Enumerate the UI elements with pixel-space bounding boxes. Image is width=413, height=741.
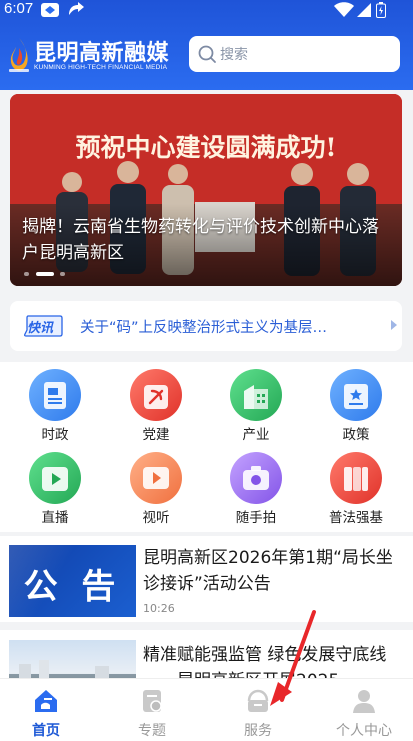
tab-label: 首页 — [32, 723, 60, 739]
live-play-icon — [42, 467, 68, 491]
document-icon — [44, 382, 66, 409]
chevron-right-icon[interactable] — [390, 319, 398, 331]
camera-icon — [243, 466, 269, 490]
party-emblem-icon — [144, 385, 168, 409]
status-time: 6:07 — [4, 0, 34, 17]
battery-icon — [376, 2, 386, 18]
category-pufa[interactable]: 普法强基 — [316, 448, 396, 526]
banner-carousel[interactable]: 预祝中心建设圆满成功! 揭牌！云南省生物药转化与评价技术创新中心落户昆明高新区 — [10, 94, 402, 286]
app-notification-icon — [41, 3, 59, 17]
thumbnail-text: 公 告 — [23, 567, 122, 607]
search-placeholder: 搜索 — [220, 47, 248, 63]
search-box[interactable]: 搜索 — [189, 36, 400, 72]
app-header: 6:07 昆明高新融媒 KUNMING HIGH-TECH FINANCIAL … — [0, 0, 413, 90]
carousel-dot-active[interactable] — [36, 272, 54, 276]
category-label: 视听 — [142, 510, 170, 526]
flame-logo-icon — [9, 38, 29, 72]
search-icon — [198, 45, 216, 63]
category-dangjian[interactable]: 党建 — [116, 365, 196, 443]
category-shizheng[interactable]: 时政 — [15, 365, 95, 443]
category-label: 直播 — [41, 510, 69, 526]
news-flash-ticker[interactable]: 快讯 关于“码”上反映整治形式主义为基层… — [10, 301, 402, 351]
feed-item[interactable]: 公 告 昆明高新区2026年第1期“局长坐诊接诉”活动公告 10:26 — [0, 536, 413, 624]
tab-label: 专题 — [138, 723, 166, 739]
news-feed: 公 告 昆明高新区2026年第1期“局长坐诊接诉”活动公告 10:26 精准赋能… — [0, 536, 413, 712]
law-book-icon — [344, 467, 368, 491]
feed-item-time: 10:26 — [143, 602, 175, 615]
news-flash-badge: 快讯 — [24, 314, 64, 338]
category-zhengce[interactable]: 政策 — [316, 365, 396, 443]
policy-badge-icon — [344, 384, 368, 409]
news-flash-badge-label: 快讯 — [27, 321, 54, 336]
category-grid: 时政 党建 产业 政策 直播 视听 随手拍 普法强基 — [0, 362, 413, 532]
category-shiting[interactable]: 视听 — [116, 448, 196, 526]
tab-label: 服务 — [244, 723, 272, 739]
status-bar: 6:07 — [0, 0, 413, 22]
app-logo[interactable]: 昆明高新融媒 KUNMING HIGH-TECH FINANCIAL MEDIA — [6, 36, 181, 78]
app-notification-icon-2 — [69, 2, 84, 15]
annotation-arrow-icon — [270, 610, 316, 706]
bottom-tab-bar: 首页 专题 服务 个人中心 — [0, 678, 413, 741]
tab-label: 个人中心 — [336, 723, 392, 739]
home-icon — [35, 690, 57, 712]
category-suishoupai[interactable]: 随手拍 — [216, 448, 296, 526]
logo-subtitle: KUNMING HIGH-TECH FINANCIAL MEDIA — [34, 64, 168, 71]
user-icon — [353, 690, 375, 713]
wifi-icon — [334, 2, 354, 17]
building-icon — [244, 385, 268, 409]
topic-icon — [143, 690, 162, 712]
news-flash-text[interactable]: 关于“码”上反映整治形式主义为基层… — [80, 316, 372, 337]
tab-profile[interactable]: 个人中心 — [324, 679, 404, 741]
feed-item-thumbnail: 公 告 — [9, 545, 136, 617]
video-play-icon — [143, 467, 169, 489]
logo-name: 昆明高新融媒 — [34, 41, 170, 66]
tab-topic[interactable]: 专题 — [112, 679, 192, 741]
carousel-dot[interactable] — [60, 272, 65, 276]
banner-sign-text: 预祝中心建设圆满成功! — [76, 133, 337, 162]
category-label: 政策 — [342, 427, 370, 443]
feed-item-title: 昆明高新区2026年第1期“局长坐诊接诉”活动公告 — [143, 548, 393, 594]
feed-divider — [0, 622, 413, 630]
tab-home[interactable]: 首页 — [6, 679, 86, 741]
carousel-dot[interactable] — [24, 272, 29, 276]
category-label: 普法强基 — [329, 510, 383, 526]
signal-icon — [357, 3, 371, 17]
category-label: 党建 — [142, 427, 170, 443]
category-label: 产业 — [242, 427, 270, 443]
category-chanye[interactable]: 产业 — [216, 365, 296, 443]
category-label: 时政 — [41, 427, 69, 443]
banner-caption: 揭牌！云南省生物药转化与评价技术创新中心落户昆明高新区 — [22, 217, 379, 263]
category-zhibo[interactable]: 直播 — [15, 448, 95, 526]
category-label: 随手拍 — [235, 510, 277, 526]
